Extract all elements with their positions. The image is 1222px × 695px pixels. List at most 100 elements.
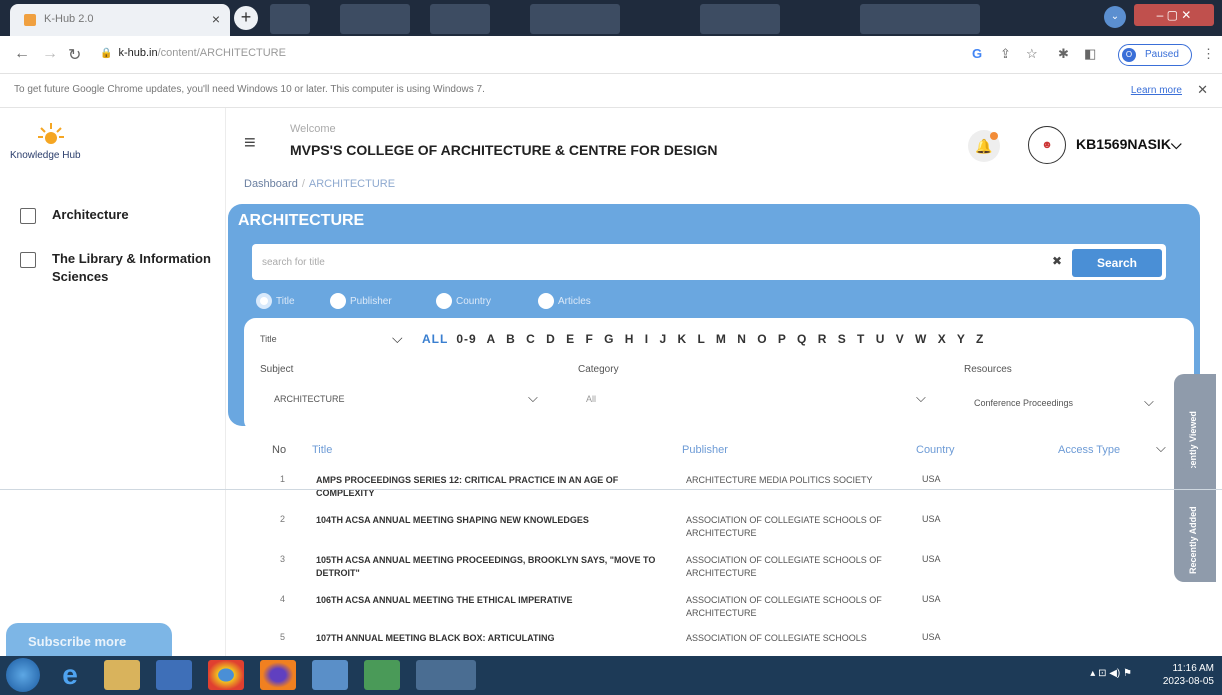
row-no: 2 [280, 514, 286, 524]
header-country[interactable]: Country [916, 444, 955, 456]
firefox-icon[interactable] [260, 660, 296, 690]
background-blur [860, 4, 980, 34]
hamburger-icon[interactable]: ≡ [244, 132, 256, 155]
chrome-icon[interactable] [208, 660, 244, 690]
row-country: USA [922, 554, 941, 564]
search-input[interactable] [262, 252, 962, 272]
background-blur [530, 4, 620, 34]
letter-all[interactable]: ALL [422, 332, 448, 346]
start-button[interactable] [6, 658, 40, 692]
radio-label: Country [456, 296, 492, 307]
menu-icon[interactable]: ⋮ [1202, 46, 1215, 62]
resources-select[interactable]: Conference Proceedings [974, 398, 1073, 408]
browser-tab-strip: K-Hub 2.0 × + ⌄ – ▢ ✕ [0, 0, 1222, 36]
search-button[interactable]: Search [1072, 249, 1162, 277]
recently-added-label: Recently Added [1188, 506, 1198, 574]
row-no: 3 [280, 554, 286, 564]
header-title[interactable]: Title [312, 444, 332, 456]
excel-icon[interactable] [364, 660, 400, 690]
category-label: Category [578, 364, 619, 375]
chevron-down-icon[interactable]: ⌵ [528, 390, 538, 406]
chevron-down-icon[interactable]: ⌵ [916, 390, 926, 406]
internet-explorer-icon[interactable]: e [52, 660, 88, 690]
tab-search-icon[interactable]: ⌄ [1104, 6, 1126, 28]
background-blur [700, 4, 780, 34]
forward-icon[interactable]: → [42, 45, 58, 63]
close-tab-icon[interactable]: × [212, 11, 220, 27]
subject-label: Subject [260, 364, 294, 375]
row-title[interactable]: AMPS PROCEEDINGS SERIES 12: CRITICAL PRA… [316, 474, 676, 500]
window-buttons[interactable]: – ▢ ✕ [1134, 4, 1214, 26]
radio-indicator [330, 293, 346, 309]
row-no: 4 [280, 594, 286, 604]
close-icon[interactable]: ✕ [1197, 82, 1208, 98]
address-bar: ← → ↻ 🔒 k-hub.in/content/ARCHITECTURE G ⇪… [0, 36, 1222, 74]
profile-button[interactable]: O Paused [1118, 44, 1192, 66]
username: KB1569NASIK [1076, 136, 1171, 152]
sidebar-item-label: The Library & Information Sciences [52, 251, 211, 284]
category-select[interactable]: All [586, 394, 596, 404]
header-access-type[interactable]: Access Type [1058, 444, 1120, 456]
clock[interactable]: 11:16 AM 2023-08-05 [1163, 662, 1214, 688]
clear-icon[interactable]: ✖ [1052, 254, 1062, 268]
chevron-down-icon[interactable]: ⌵ [392, 330, 403, 347]
notification-button[interactable]: 🔔 [968, 130, 1000, 162]
subject-select[interactable]: ARCHITECTURE [274, 394, 345, 404]
user-menu[interactable]: KB1569NASIK⌵ [1076, 136, 1182, 153]
row-no: 5 [280, 632, 286, 642]
row-title[interactable]: 106TH ACSA ANNUAL MEETING THE ETHICAL IM… [316, 594, 676, 607]
chevron-down-icon[interactable]: ⌵ [1156, 440, 1166, 456]
radio-label: Publisher [350, 296, 392, 307]
breadcrumb-dashboard[interactable]: Dashboard [244, 178, 298, 190]
chevron-down-icon[interactable]: ⌵ [1144, 394, 1154, 410]
row-title[interactable]: 104TH ACSA ANNUAL MEETING SHAPING NEW KN… [316, 514, 676, 527]
taskbar: e ▴ ⊡ ◀) ⚑ 11:16 AM 2023-08-05 [0, 656, 1222, 695]
notification-badge [990, 132, 998, 140]
url-path: /content/ARCHITECTURE [157, 47, 286, 59]
radio-label: Title [276, 296, 295, 307]
subscribe-button[interactable]: Subscribe more [6, 623, 172, 657]
browser-tab[interactable]: K-Hub 2.0 × [10, 4, 230, 36]
media-player-icon[interactable] [156, 660, 192, 690]
sidepanel-icon[interactable]: ◧ [1084, 46, 1096, 62]
profile-status: Paused [1145, 49, 1179, 60]
row-publisher: ASSOCIATION OF COLLEGIATE SCHOOLS [686, 633, 867, 643]
search-bar: ✖ Search [252, 244, 1166, 280]
breadcrumb: Dashboard / ARCHITECTURE [244, 178, 395, 190]
row-country: USA [922, 474, 941, 484]
recently-added-tab[interactable]: Recently Added [1174, 468, 1216, 582]
app: Knowledge Hub Architecture The Library &… [0, 108, 1222, 657]
tab-title: K-Hub 2.0 [44, 13, 94, 25]
new-tab-button[interactable]: + [234, 6, 258, 30]
back-icon[interactable]: ← [14, 45, 30, 63]
row-title[interactable]: 107TH ANNUAL MEETING BLACK BOX: ARTICULA… [316, 632, 676, 645]
chrome-window-button[interactable] [416, 660, 476, 690]
google-icon[interactable]: G [972, 46, 982, 61]
file-explorer-icon[interactable] [104, 660, 140, 690]
divider [0, 489, 1222, 490]
tray-icons[interactable]: ▴ ⊡ ◀) ⚑ [1090, 668, 1132, 679]
sidebar: Knowledge Hub Architecture The Library &… [0, 108, 226, 657]
window-controls: ⌄ – ▢ ✕ [1104, 4, 1216, 30]
learn-more-link[interactable]: Learn more [1131, 85, 1182, 96]
sidebar-item-label: Architecture [52, 207, 129, 222]
radio-label: Articles [558, 296, 591, 307]
row-title[interactable]: 105TH ACSA ANNUAL MEETING PROCEEDINGS, B… [316, 554, 676, 580]
letter-list[interactable]: 0-9 A B C D E F G H I J K L M N O P Q R … [456, 332, 984, 346]
share-icon[interactable]: ⇪ [1000, 46, 1011, 62]
star-icon[interactable]: ☆ [1026, 46, 1038, 62]
row-publisher: ASSOCIATION OF COLLEGIATE SCHOOLS OF ARC… [686, 595, 882, 618]
resources-label: Resources [964, 364, 1012, 375]
url-field[interactable]: 🔒 k-hub.in/content/ARCHITECTURE [100, 47, 286, 59]
building-icon [20, 208, 36, 224]
avatar[interactable]: ☻ [1028, 126, 1066, 164]
alphabet-filter: ALL 0-9 A B C D E F G H I J K L M N O P Q… [422, 332, 984, 346]
extensions-icon[interactable]: ✱ [1058, 46, 1069, 62]
title-filter-select[interactable]: Title [260, 334, 277, 344]
logo[interactable]: Knowledge Hub [10, 122, 110, 166]
app-icon[interactable] [312, 660, 348, 690]
background-blur [340, 4, 410, 34]
bell-icon: 🔔 [975, 138, 993, 154]
reload-icon[interactable]: ↻ [68, 45, 81, 65]
header-publisher[interactable]: Publisher [682, 444, 728, 456]
